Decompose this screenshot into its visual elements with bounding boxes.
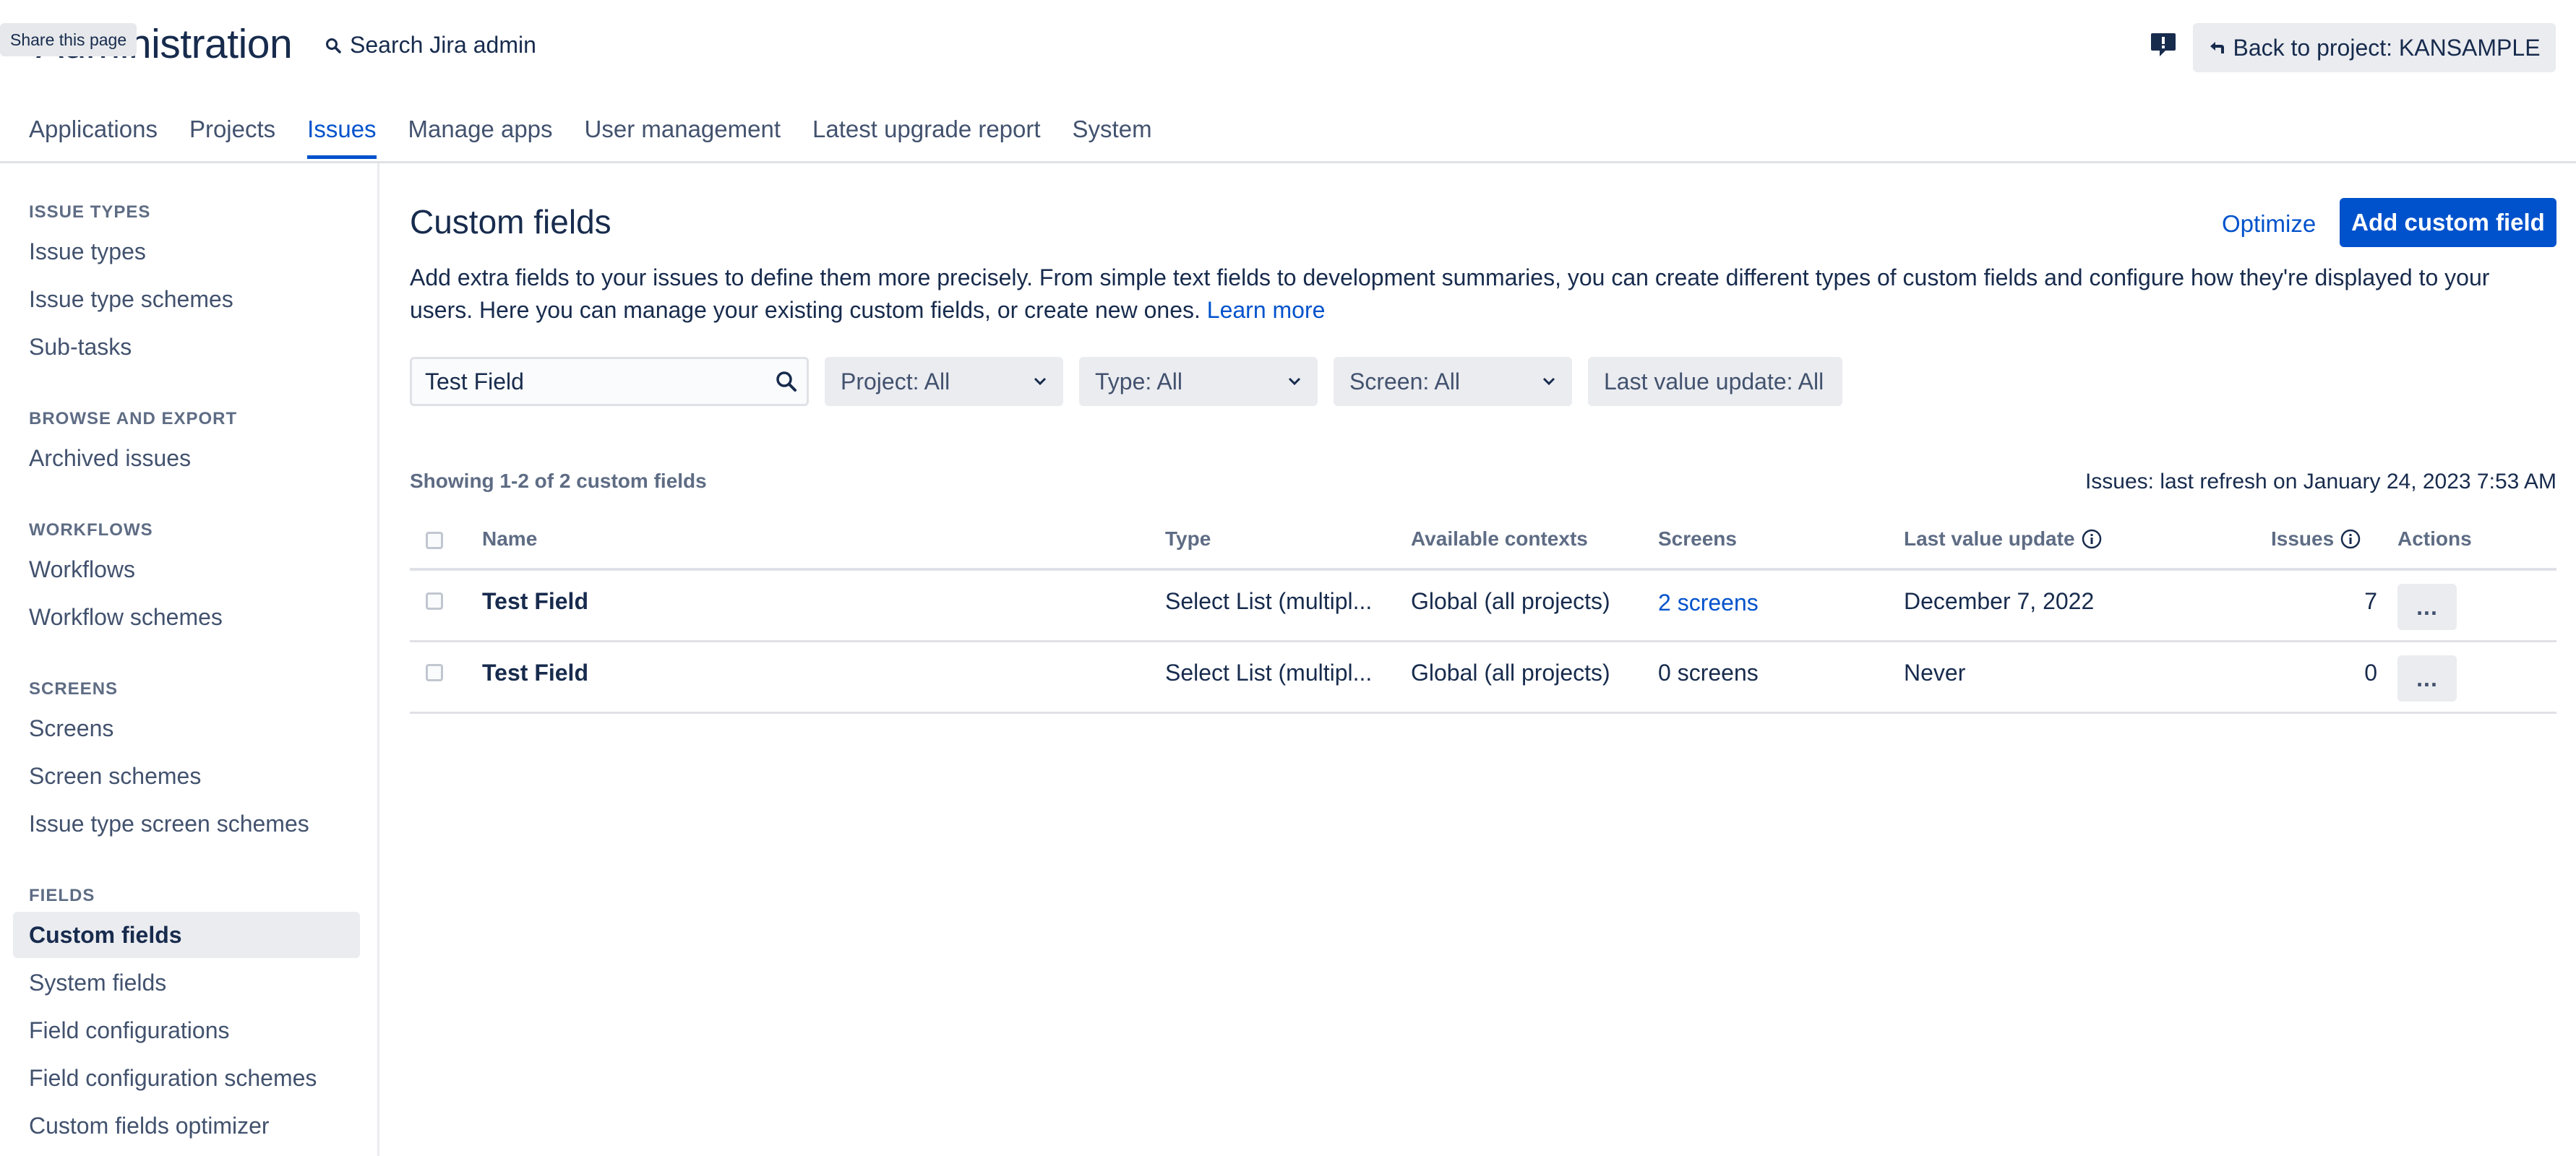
screen-filter-dropdown[interactable]: Screen: All (1334, 357, 1572, 406)
sidebar-item-sub-tasks[interactable]: Sub-tasks (13, 324, 360, 370)
field-last-update: December 7, 2022 (1904, 588, 2095, 614)
chevron-down-icon (1288, 377, 1301, 386)
filter-bar: Test Field Project: All Type: All Screen… (410, 357, 1842, 406)
column-header-actions: Actions (2397, 527, 2472, 550)
search-jira-admin-button[interactable]: Search Jira admin (325, 32, 536, 59)
tab-system[interactable]: System (1073, 116, 1152, 158)
sidebar-item-workflows[interactable]: Workflows (13, 546, 360, 592)
project-filter-label: Project: All (841, 368, 950, 394)
issues-refresh-status: Issues: last refresh on January 24, 2023… (2085, 470, 2556, 493)
sidebar-item-issue-types[interactable]: Issue types (13, 228, 360, 275)
sidebar-item-field-configuration-schemes[interactable]: Field configuration schemes (13, 1055, 360, 1101)
sidebar-section-fields: FIELDS (29, 886, 95, 905)
sidebar-item-field-configurations[interactable]: Field configurations (13, 1007, 360, 1053)
row-checkbox[interactable] (426, 664, 443, 681)
page-title: Custom fields (410, 203, 611, 241)
back-to-project-label: Back to project: KANSAMPLE (2233, 34, 2541, 61)
sidebar-item-system-fields[interactable]: System fields (13, 959, 360, 1006)
chevron-down-icon (1034, 377, 1047, 386)
sidebar-section-workflows: WORKFLOWS (29, 520, 153, 540)
column-header-issues[interactable]: Issues (2271, 527, 2361, 551)
last-value-update-filter-label: Last value update: All (1604, 368, 1824, 394)
field-contexts: Global (all projects) (1411, 660, 1610, 686)
sidebar-section-screens: SCREENS (29, 679, 119, 699)
info-icon[interactable] (2340, 528, 2361, 550)
tab-applications[interactable]: Applications (29, 116, 158, 158)
share-tooltip: Share this page (0, 23, 137, 56)
feedback-icon[interactable] (2150, 32, 2177, 58)
sidebar-item-workflow-schemes[interactable]: Workflow schemes (13, 594, 360, 640)
last-value-update-filter[interactable]: Last value update: All (1588, 357, 1842, 406)
search-icon (326, 38, 341, 53)
table-header: Name Type Available contexts Screens Las… (410, 510, 2556, 571)
sidebar-item-screen-schemes[interactable]: Screen schemes (13, 753, 360, 799)
tab-latest-upgrade-report[interactable]: Latest upgrade report (812, 116, 1041, 158)
sidebar-section-browse-export: BROWSE AND EXPORT (29, 409, 238, 428)
column-header-available-contexts[interactable]: Available contexts (1411, 527, 1588, 551)
project-filter-dropdown[interactable]: Project: All (825, 357, 1063, 406)
field-issues-count: 0 (2364, 660, 2377, 686)
column-header-name[interactable]: Name (482, 527, 537, 551)
field-name-link[interactable]: Test Field (482, 571, 588, 631)
top-bar: Administration Share this page Search Ji… (0, 0, 2576, 98)
field-type: Select List (multipl... (1165, 660, 1373, 686)
row-actions-button[interactable]: ... (2397, 655, 2457, 702)
nav-divider (0, 161, 2576, 163)
chevron-down-icon (1542, 377, 1555, 386)
optimize-button[interactable]: Optimize (2213, 199, 2324, 249)
table-row: Test Field Select List (multipl... Globa… (410, 642, 2556, 714)
column-header-last-value-update[interactable]: Last value update (1904, 527, 2103, 551)
search-icon[interactable] (775, 370, 798, 393)
screens-count: 0 screens (1658, 660, 1759, 686)
tab-user-management[interactable]: User management (585, 116, 781, 158)
tab-projects[interactable]: Projects (189, 116, 275, 158)
back-to-project-button[interactable]: Back to project: KANSAMPLE (2193, 23, 2556, 72)
column-header-screens[interactable]: Screens (1658, 527, 1737, 551)
search-input-value: Test Field (425, 368, 524, 394)
tab-issues[interactable]: Issues (307, 116, 377, 159)
row-actions-button[interactable]: ... (2397, 584, 2457, 630)
field-last-update: Never (1904, 660, 1966, 686)
sidebar-item-issue-type-screen-schemes[interactable]: Issue type screen schemes (13, 801, 360, 847)
info-icon[interactable] (2081, 528, 2103, 550)
field-type: Select List (multipl... (1165, 588, 1373, 614)
add-custom-field-button[interactable]: Add custom field (2340, 198, 2556, 247)
field-issues-count: 7 (2364, 588, 2377, 614)
select-all-checkbox[interactable] (426, 532, 443, 549)
results-count: Showing 1-2 of 2 custom fields (410, 470, 707, 492)
field-name-link[interactable]: Test Field (482, 642, 588, 703)
type-filter-dropdown[interactable]: Type: All (1079, 357, 1318, 406)
description-text: Add extra fields to your issues to defin… (410, 264, 2490, 323)
tab-manage-apps[interactable]: Manage apps (408, 116, 553, 158)
type-filter-label: Type: All (1095, 368, 1182, 394)
sidebar: ISSUE TYPES Issue types Issue type schem… (0, 163, 379, 1156)
sidebar-item-issue-type-schemes[interactable]: Issue type schemes (13, 276, 360, 322)
row-checkbox[interactable] (426, 592, 443, 610)
column-header-type[interactable]: Type (1165, 527, 1211, 551)
table-row: Test Field Select List (multipl... Globa… (410, 571, 2556, 642)
learn-more-link[interactable]: Learn more (1207, 297, 1326, 323)
screen-filter-label: Screen: All (1349, 368, 1460, 394)
sidebar-item-custom-fields[interactable]: Custom fields (13, 912, 360, 958)
issues-header-label: Issues (2271, 527, 2335, 550)
sidebar-item-custom-fields-optimizer[interactable]: Custom fields optimizer (13, 1103, 360, 1149)
sidebar-section-issue-types: ISSUE TYPES (29, 202, 151, 222)
back-arrow-icon (2210, 42, 2225, 53)
field-contexts: Global (all projects) (1411, 588, 1610, 614)
sidebar-item-screens[interactable]: Screens (13, 705, 360, 751)
screens-link[interactable]: 2 screens (1658, 572, 1759, 633)
custom-field-search-input[interactable]: Test Field (410, 357, 809, 406)
search-jira-admin-label: Search Jira admin (350, 32, 536, 58)
sidebar-item-archived-issues[interactable]: Archived issues (13, 435, 360, 481)
page-description: Add extra fields to your issues to defin… (410, 262, 2556, 327)
last-value-update-header-label: Last value update (1904, 527, 2075, 550)
admin-nav-tabs: Applications Projects Issues Manage apps… (29, 116, 1152, 159)
